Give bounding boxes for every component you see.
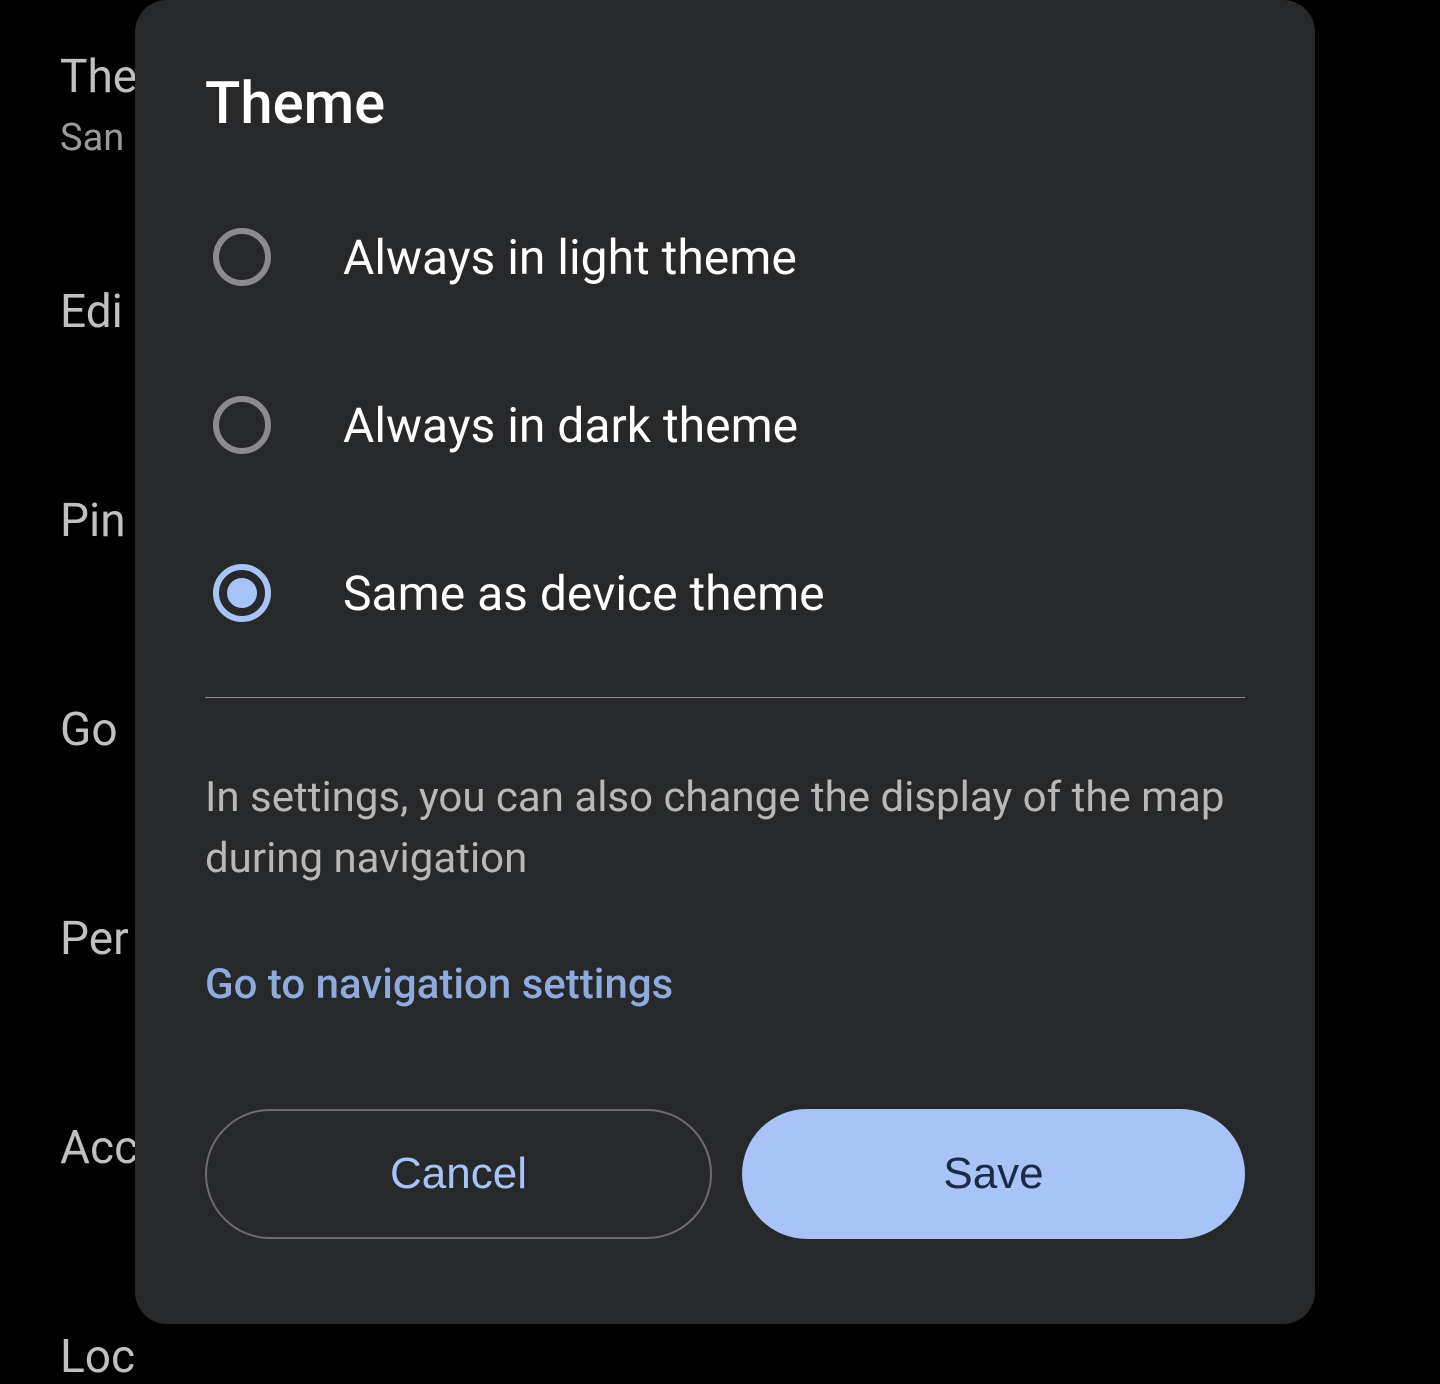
help-text: In settings, you can also change the dis…	[205, 768, 1245, 890]
radio-label: Always in dark theme	[343, 397, 798, 454]
radio-icon	[213, 228, 271, 286]
cancel-button[interactable]: Cancel	[205, 1109, 712, 1239]
theme-radio-group: Always in light theme Always in dark the…	[205, 228, 1245, 622]
radio-label: Same as device theme	[343, 565, 825, 622]
radio-option-device[interactable]: Same as device theme	[205, 564, 1245, 622]
radio-option-dark[interactable]: Always in dark theme	[205, 396, 1245, 454]
theme-dialog: Theme Always in light theme Always in da…	[135, 0, 1315, 1324]
bg-item: Loc	[60, 1330, 1380, 1384]
divider	[205, 697, 1245, 698]
save-button[interactable]: Save	[742, 1109, 1245, 1239]
button-row: Cancel Save	[205, 1109, 1245, 1239]
radio-option-light[interactable]: Always in light theme	[205, 228, 1245, 286]
radio-icon-selected	[213, 564, 271, 622]
radio-icon	[213, 396, 271, 454]
dialog-title: Theme	[205, 70, 1245, 138]
navigation-settings-link[interactable]: Go to navigation settings	[205, 960, 673, 1009]
radio-label: Always in light theme	[343, 229, 797, 286]
